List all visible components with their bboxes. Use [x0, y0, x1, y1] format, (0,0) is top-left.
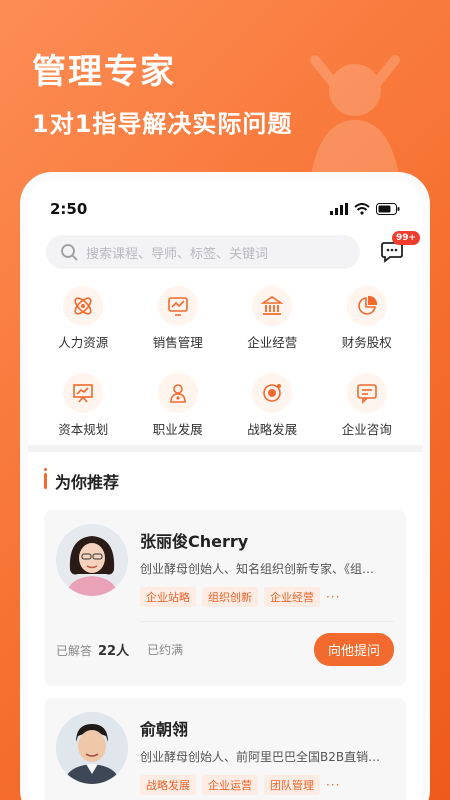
category-item[interactable]: 企业咨询 [320, 373, 415, 438]
category-item[interactable]: 财务股权 [320, 286, 415, 351]
expert-tag[interactable]: 战略发展 [140, 775, 196, 795]
expert-card[interactable]: 俞朝翎 创业酵母创始人、前阿里巴巴全国B2B直销… 战略发展 企业运营 团队管理… [44, 698, 406, 800]
category-item[interactable]: 人力资源 [36, 286, 131, 351]
hero-subtitle: 1对1指导解决实际问题 [32, 110, 293, 138]
chat-bubble-icon [356, 384, 377, 404]
category-item[interactable]: 战略发展 [225, 373, 320, 438]
category-item[interactable]: 企业经营 [225, 286, 320, 351]
message-button[interactable]: 99+ [380, 231, 421, 265]
category-label: 资本规划 [58, 422, 109, 437]
category-label: 企业经营 [247, 335, 298, 350]
category-label: 职业发展 [152, 422, 203, 437]
phone-frame: 2:50 搜索课程、导师、标签、关键词 99+ 人力资源 销售管理 企业经营 财… [20, 172, 430, 800]
expert-desc: 创业酵母创始人、知名组织创新专家、《组… [140, 562, 375, 576]
expert-photo [56, 524, 128, 596]
answered-count: 22人 [98, 643, 130, 659]
expert-name: 张丽俊Cherry [140, 532, 249, 551]
trend-monitor-icon [167, 297, 188, 316]
more-tags[interactable]: ··· [326, 778, 340, 792]
decorative-figure [310, 55, 400, 180]
message-badge: 99+ [392, 231, 421, 245]
category-item[interactable]: 销售管理 [131, 286, 226, 351]
status-time: 2:50 [50, 200, 88, 218]
status-bar: 2:50 [50, 198, 400, 220]
expert-tag[interactable]: 团队管理 [264, 775, 320, 795]
expert-tag[interactable]: 企业运营 [202, 775, 258, 795]
bank-icon [260, 296, 284, 315]
section-title: 为你推荐 [55, 473, 120, 492]
more-tags[interactable]: ··· [326, 590, 340, 604]
category-item[interactable]: 资本规划 [36, 373, 131, 438]
ask-button[interactable]: 向他提问 [313, 632, 394, 666]
expert-tag[interactable]: 企业经营 [264, 587, 320, 607]
expert-photo [56, 712, 128, 784]
expert-desc: 创业酵母创始人、前阿里巴巴全国B2B直销… [140, 750, 381, 764]
pie-chart-icon [358, 295, 377, 315]
category-grid: 人力资源 销售管理 企业经营 财务股权 资本规划 职业发展 战略发展 企业咨询 [36, 286, 414, 438]
category-label: 人力资源 [58, 335, 109, 350]
avatar [56, 712, 128, 784]
expert-name: 俞朝翎 [140, 720, 189, 739]
search-icon [61, 244, 78, 261]
top-area: 2:50 搜索课程、导师、标签、关键词 99+ 人力资源 销售管理 企业经营 财… [28, 180, 422, 445]
target-orbit-icon [263, 384, 282, 402]
atom-icon [74, 297, 92, 315]
answered-label: 已解答 [56, 643, 93, 658]
signal-icon [330, 203, 348, 215]
presentation-chart-icon [73, 384, 94, 403]
search-placeholder: 搜索课程、导师、标签、关键词 [86, 246, 269, 262]
category-label: 企业咨询 [341, 422, 392, 437]
expert-tag[interactable]: 企业站略 [140, 587, 196, 607]
wifi-icon [354, 203, 370, 215]
hero-title: 管理专家 [32, 52, 176, 92]
recommend-section: 为你推荐 张丽俊Cherry 创业酵母创始人、知名组织创新专家、《组… 企业站略… [28, 452, 422, 800]
divider [140, 621, 394, 622]
section-marker [44, 468, 47, 489]
booked-status: 已约满 [147, 642, 184, 657]
answered-stat: 已解答 22人 [56, 640, 131, 659]
user-badge-icon [169, 384, 186, 403]
battery-icon [376, 203, 400, 215]
category-label: 战略发展 [247, 422, 298, 437]
expert-card[interactable]: 张丽俊Cherry 创业酵母创始人、知名组织创新专家、《组… 企业站略 组织创新… [44, 510, 406, 686]
category-label: 财务股权 [341, 335, 392, 350]
category-item[interactable]: 职业发展 [131, 373, 226, 438]
expert-tag[interactable]: 组织创新 [202, 587, 258, 607]
category-label: 销售管理 [152, 335, 203, 350]
avatar [56, 524, 128, 596]
search-input[interactable]: 搜索课程、导师、标签、关键词 [46, 235, 360, 269]
